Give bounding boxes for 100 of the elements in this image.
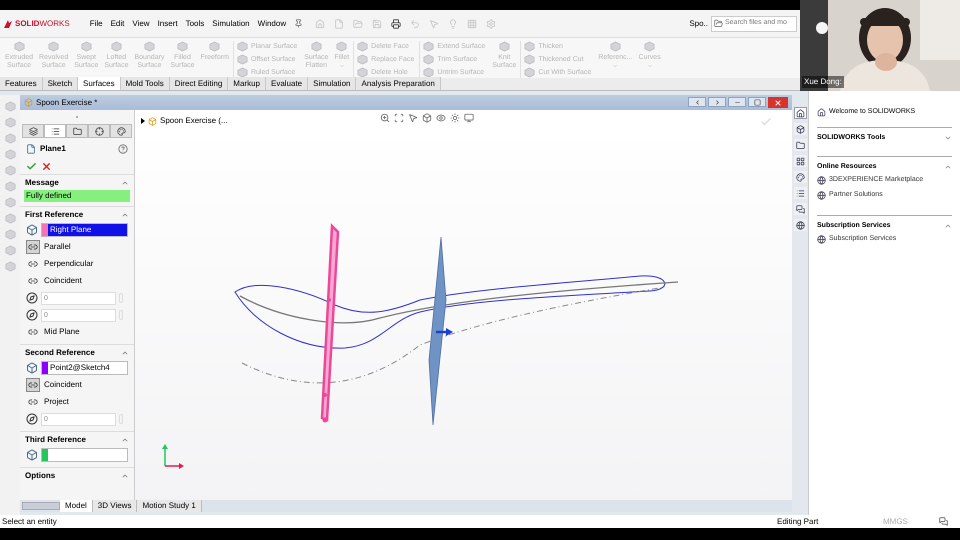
- task-pane-tab[interactable]: [794, 107, 806, 119]
- part-icon: [148, 116, 157, 126]
- tile-right-icon: [714, 98, 720, 106]
- cube-icon: [236, 54, 248, 65]
- part-icon: [24, 98, 33, 107]
- menu-item[interactable]: Window: [254, 18, 290, 30]
- zoom-area-icon[interactable]: [394, 113, 404, 123]
- status-message: Fully defined: [24, 190, 130, 202]
- panel-tab[interactable]: [22, 124, 44, 138]
- view-tab[interactable]: Motion Study 1: [137, 500, 202, 512]
- view-tab[interactable]: 3D Views: [92, 500, 138, 512]
- chat-icon[interactable]: [939, 517, 948, 526]
- collapse-button[interactable]: [944, 222, 952, 230]
- cube-icon: [310, 41, 322, 52]
- cancel-icon[interactable]: [41, 160, 52, 172]
- ribbon-tab[interactable]: Markup: [228, 77, 266, 90]
- ribbon-tab[interactable]: Evaluate: [266, 77, 308, 90]
- maximize-icon: [754, 98, 760, 106]
- selection-field[interactable]: Right Plane: [41, 223, 128, 237]
- section-title: Message: [25, 176, 60, 188]
- menu-item[interactable]: Tools: [182, 18, 208, 30]
- close-button[interactable]: [768, 97, 788, 108]
- folder-icon: [714, 19, 723, 28]
- task-pane-tab[interactable]: [794, 155, 806, 167]
- part-icon: [796, 124, 804, 134]
- pin-icon[interactable]: [294, 19, 304, 28]
- panel-tab[interactable]: [88, 124, 110, 138]
- selection-icon: [26, 449, 38, 461]
- tree-item[interactable]: Spoon Exercise (...: [160, 115, 228, 127]
- menu-item[interactable]: Edit: [106, 18, 128, 30]
- option-toggle[interactable]: [26, 378, 40, 392]
- participant-name: Xue Dong:: [802, 76, 844, 88]
- globe-icon: [817, 235, 826, 244]
- feature-title: Plane1: [40, 143, 67, 155]
- ribbon-tab[interactable]: Direct Editing: [170, 77, 228, 90]
- cube-icon: [236, 41, 248, 52]
- monitor-icon[interactable]: [464, 113, 474, 123]
- axis-triad: [162, 444, 184, 469]
- task-pane-tab[interactable]: [794, 123, 806, 135]
- task-pane-tab[interactable]: [794, 139, 806, 151]
- cube-icon: [14, 41, 25, 52]
- expand-arrow-icon[interactable]: [141, 118, 145, 124]
- minimize-button[interactable]: [728, 97, 746, 107]
- maximize-button[interactable]: [748, 97, 766, 107]
- panel-tab[interactable]: [110, 124, 132, 138]
- menu-item[interactable]: Insert: [154, 18, 182, 30]
- help-icon[interactable]: [118, 144, 128, 154]
- tile-right-button[interactable]: [708, 97, 726, 107]
- ok-icon[interactable]: [26, 160, 37, 172]
- globe-icon: [817, 176, 826, 185]
- cube-icon[interactable]: [422, 113, 432, 123]
- eye-icon[interactable]: [436, 113, 446, 123]
- window-title: Spoon Exercise *: [36, 96, 98, 108]
- ribbon-tab[interactable]: Analysis Preparation: [356, 77, 441, 90]
- cube-icon: [524, 54, 536, 65]
- panel-tab[interactable]: [66, 124, 88, 138]
- menu-item[interactable]: Simulation: [208, 18, 254, 30]
- tile-left-icon: [694, 98, 700, 106]
- globe-icon: [817, 191, 826, 200]
- view-icon: [4, 245, 16, 256]
- status-mode: Editing Part: [777, 516, 820, 528]
- view-icon: [4, 117, 16, 128]
- task-pane-tab[interactable]: [794, 187, 806, 199]
- ribbon-tab[interactable]: Mold Tools: [120, 77, 170, 90]
- option-label: Project: [44, 396, 69, 408]
- view-tab[interactable]: Model: [60, 500, 93, 512]
- collapse-button[interactable]: [944, 134, 952, 142]
- tile-left-button[interactable]: [688, 97, 706, 107]
- drag-handle[interactable]: [76, 116, 78, 118]
- cube-icon: [644, 41, 656, 52]
- task-pane-tab[interactable]: [794, 203, 806, 215]
- cube-icon: [176, 41, 188, 52]
- cube-icon: [80, 41, 92, 52]
- folder-icon: [72, 126, 82, 136]
- task-pane-tab[interactable]: [794, 171, 806, 183]
- panel-tab[interactable]: [44, 124, 66, 138]
- ribbon-tab[interactable]: Sketch: [42, 77, 78, 90]
- graphics-area[interactable]: Spoon Exercise (...: [135, 110, 792, 500]
- view-icon: [4, 133, 16, 144]
- ribbon-tab[interactable]: Simulation: [308, 77, 356, 90]
- cube-icon: [357, 41, 368, 52]
- collapse-button[interactable]: [944, 163, 952, 171]
- option-toggle[interactable]: [26, 240, 40, 254]
- task-pane-tab[interactable]: [794, 219, 806, 231]
- view-icon: [4, 261, 16, 272]
- menu-item[interactable]: View: [128, 18, 154, 30]
- ribbon-tab[interactable]: Features: [0, 77, 43, 90]
- section-title: Options: [25, 470, 56, 482]
- option-label: Coincident: [44, 379, 82, 391]
- ribbon-tab[interactable]: Surfaces: [78, 77, 121, 90]
- selection-field[interactable]: [41, 448, 128, 462]
- selection-field[interactable]: Point2@Sketch4: [41, 361, 128, 375]
- pointer-icon[interactable]: [408, 113, 418, 123]
- sun-icon[interactable]: [450, 113, 460, 123]
- cube-icon: [423, 41, 434, 52]
- zoom-icon[interactable]: [380, 113, 390, 123]
- chat-icon: [796, 204, 804, 214]
- printer-icon[interactable]: [391, 18, 402, 28]
- menu-item[interactable]: File: [86, 18, 107, 30]
- selection-icon: [26, 362, 38, 374]
